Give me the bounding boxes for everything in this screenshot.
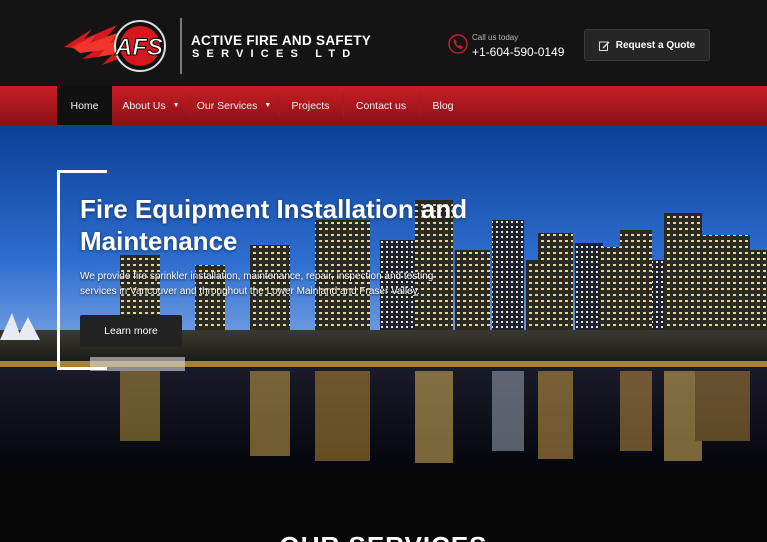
- nav-label: About Us: [122, 99, 166, 112]
- edit-icon: [598, 41, 610, 51]
- phone-icon: [448, 34, 468, 54]
- nav-item-our-services[interactable]: Our Services ▼: [190, 86, 278, 125]
- logo-divider: [180, 18, 182, 74]
- learn-more-button[interactable]: Learn more: [80, 315, 182, 347]
- learn-more-label: Learn more: [104, 325, 158, 337]
- nav-item-about-us[interactable]: About Us ▼: [112, 86, 190, 125]
- call-label: Call us today: [472, 33, 519, 42]
- nav-label: Our Services: [196, 99, 258, 112]
- company-name-line2: SERVICES LTD: [192, 48, 358, 60]
- nav-item-blog[interactable]: Blog: [419, 86, 467, 125]
- request-quote-label: Request a Quote: [615, 39, 696, 51]
- hero-banner: Fire Equipment Installation and Maintena…: [0, 125, 767, 466]
- main-nav: Home About Us ▼ Our Services ▼ Projects …: [0, 86, 767, 125]
- nav-label: Blog: [432, 99, 454, 112]
- chevron-down-icon: ▼: [172, 102, 180, 109]
- services-heading: OUR SERVICES: [0, 531, 767, 542]
- nav-item-contact-us[interactable]: Contact us: [343, 86, 419, 125]
- company-logo[interactable]: AFS: [62, 17, 172, 75]
- nav-label: Home: [70, 99, 99, 112]
- phone-number[interactable]: +1-604-590-0149: [472, 45, 564, 59]
- hero-description: We provide fire sprinkler installation, …: [80, 271, 434, 297]
- nav-item-projects[interactable]: Projects: [278, 86, 343, 125]
- request-quote-button[interactable]: Request a Quote: [584, 29, 710, 61]
- nav-label: Projects: [291, 99, 330, 112]
- page: AFS ACTIVE FIRE AND SAFETY SERVICES LTD …: [0, 0, 767, 542]
- nav-item-home[interactable]: Home: [57, 86, 112, 125]
- site-header: AFS ACTIVE FIRE AND SAFETY SERVICES LTD …: [0, 0, 767, 86]
- company-name-line1: ACTIVE FIRE AND SAFETY: [191, 33, 372, 48]
- nav-label: Contact us: [355, 99, 407, 112]
- chevron-down-icon: ▼: [264, 102, 272, 109]
- logo-text: AFS: [114, 34, 163, 61]
- hero-title: Fire Equipment Installation and Maintena…: [80, 194, 468, 256]
